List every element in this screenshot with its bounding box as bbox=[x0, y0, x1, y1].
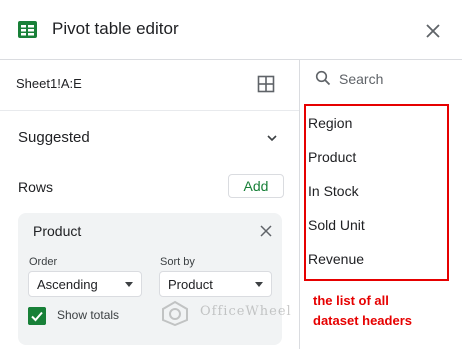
editor-header: Pivot table editor bbox=[0, 0, 462, 60]
row-field-title: Product bbox=[33, 223, 82, 239]
sort-by-select-value: Product bbox=[168, 276, 213, 292]
data-range-field[interactable]: Sheet1!A:E bbox=[16, 76, 82, 91]
show-totals-checkbox[interactable] bbox=[28, 307, 46, 325]
annotation-line-2: dataset headers bbox=[313, 313, 412, 328]
sort-by-label: Sort by bbox=[160, 256, 195, 268]
watermark-logo-icon bbox=[162, 300, 188, 326]
spreadsheet-icon bbox=[18, 21, 37, 38]
suggested-section-label[interactable]: Suggested bbox=[18, 129, 90, 146]
watermark: OfficeWheel bbox=[160, 298, 305, 328]
order-select[interactable]: Ascending bbox=[28, 271, 142, 297]
grid-icon[interactable] bbox=[257, 75, 275, 93]
section-divider bbox=[0, 110, 299, 111]
editor-title: Pivot table editor bbox=[52, 19, 179, 38]
add-row-button[interactable]: Add bbox=[228, 174, 284, 198]
show-totals-label: Show totals bbox=[57, 308, 120, 322]
order-select-value: Ascending bbox=[37, 276, 98, 292]
pivot-table-editor-panel: Pivot table editor Sheet1!A:E Suggested … bbox=[0, 0, 462, 349]
rows-section-label: Rows bbox=[18, 179, 54, 195]
dropdown-arrow-icon bbox=[255, 282, 263, 287]
annotation-line-1: the list of all bbox=[313, 293, 389, 308]
search-icon bbox=[315, 70, 331, 86]
annotation-highlight-box bbox=[304, 104, 449, 281]
order-label: Order bbox=[29, 256, 58, 268]
annotation-text: the list of all dataset headers bbox=[313, 291, 453, 331]
close-icon[interactable] bbox=[421, 19, 445, 43]
field-search-input[interactable] bbox=[339, 69, 454, 89]
watermark-text: OfficeWheel bbox=[200, 304, 292, 319]
remove-row-icon[interactable] bbox=[259, 224, 273, 238]
sort-by-select[interactable]: Product bbox=[159, 271, 272, 297]
dropdown-arrow-icon bbox=[125, 282, 133, 287]
chevron-down-icon[interactable] bbox=[265, 131, 279, 145]
